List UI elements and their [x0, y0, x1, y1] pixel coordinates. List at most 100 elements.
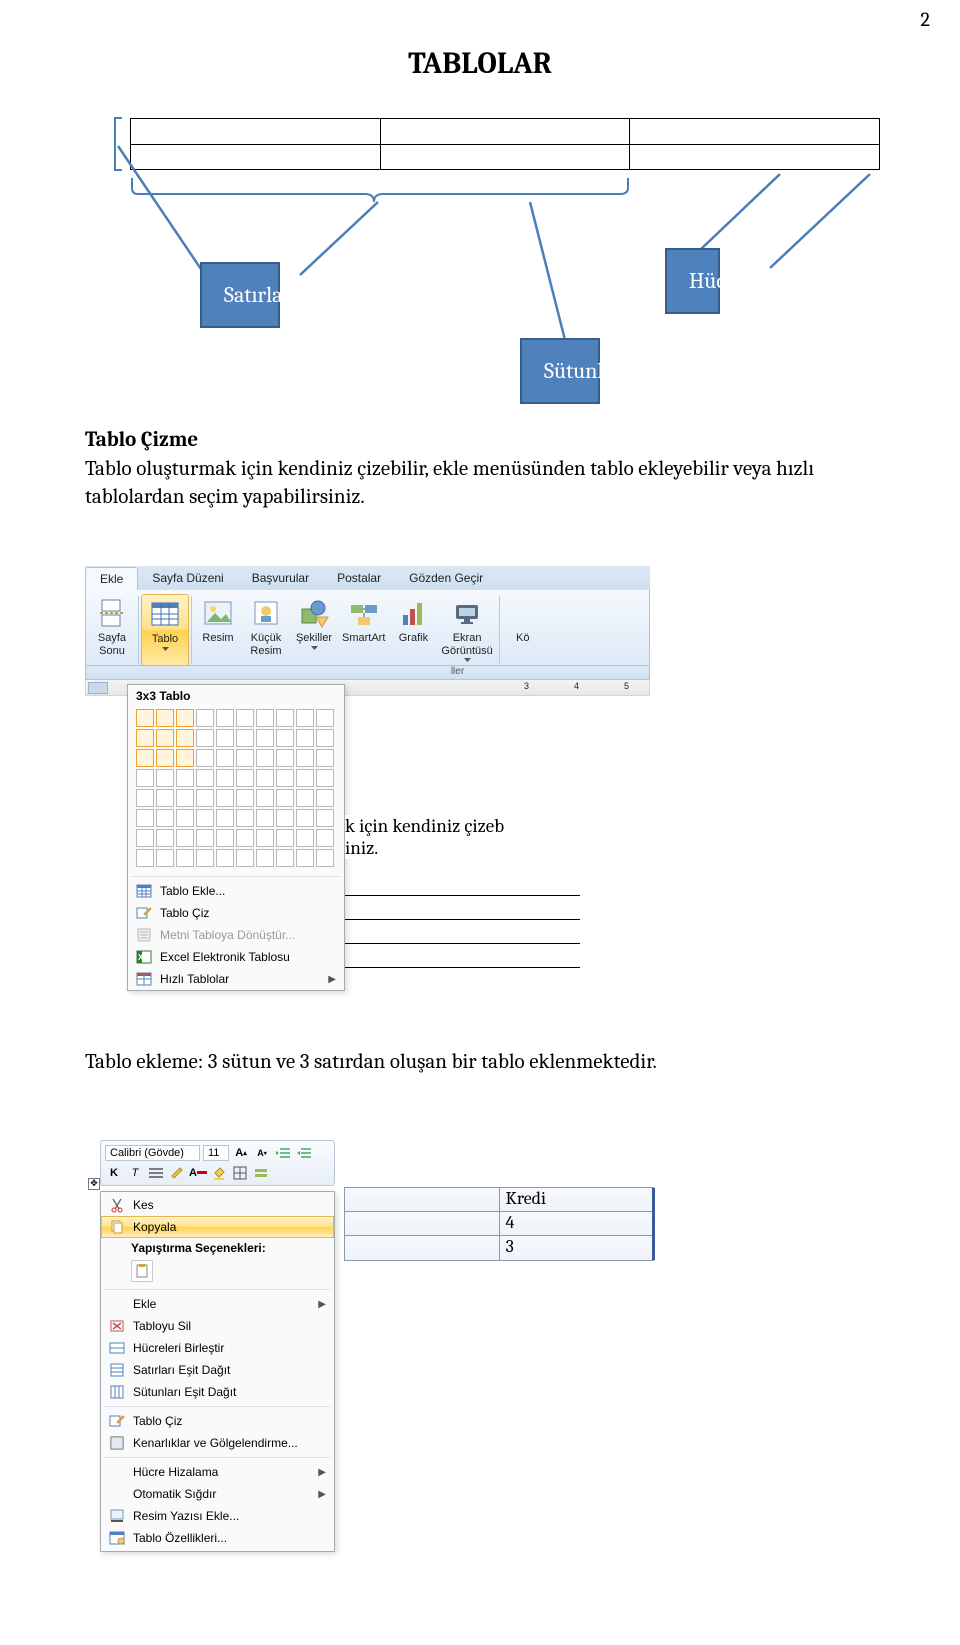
- grid-picker-cell[interactable]: [296, 729, 314, 747]
- menu-item-kenarliklar[interactable]: Kenarlıklar ve Gölgelendirme...: [101, 1432, 334, 1454]
- grid-picker-cell[interactable]: [216, 809, 234, 827]
- grid-picker-cell[interactable]: [176, 709, 194, 727]
- ribbon-btn-smartart[interactable]: SmartArt: [338, 594, 389, 666]
- menu-item-kes[interactable]: Kes: [101, 1194, 334, 1216]
- grid-picker-cell[interactable]: [136, 729, 154, 747]
- grid-picker-cell[interactable]: [276, 789, 294, 807]
- grid-picker-cell[interactable]: [316, 829, 334, 847]
- menu-item-tablo-ekle[interactable]: Tablo Ekle...: [128, 880, 344, 902]
- grid-picker-cell[interactable]: [196, 829, 214, 847]
- grid-picker-cell[interactable]: [276, 749, 294, 767]
- grid-picker-cell[interactable]: [276, 729, 294, 747]
- grid-picker-cell[interactable]: [296, 829, 314, 847]
- grid-picker-cell[interactable]: [216, 709, 234, 727]
- grid-picker-cell[interactable]: [236, 709, 254, 727]
- ribbon-btn-partial[interactable]: Kö: [502, 594, 544, 666]
- grid-picker-cell[interactable]: [256, 809, 274, 827]
- table-move-handle[interactable]: ✥: [88, 1178, 100, 1190]
- grid-picker-cell[interactable]: [136, 709, 154, 727]
- grid-picker-cell[interactable]: [236, 849, 254, 867]
- grid-picker-cell[interactable]: [236, 749, 254, 767]
- grid-picker-cell[interactable]: [196, 749, 214, 767]
- grid-picker-cell[interactable]: [176, 849, 194, 867]
- grid-picker-cell[interactable]: [256, 829, 274, 847]
- grid-picker-cell[interactable]: [216, 849, 234, 867]
- insert-rows-icon[interactable]: [252, 1164, 270, 1182]
- grid-picker-cell[interactable]: [276, 829, 294, 847]
- grid-picker-cell[interactable]: [256, 729, 274, 747]
- borders-icon[interactable]: [231, 1164, 249, 1182]
- grid-picker-cell[interactable]: [316, 729, 334, 747]
- ribbon-tab-basvurular[interactable]: Başvurular: [238, 567, 323, 589]
- menu-item-hucre-hizalama[interactable]: Hücre Hizalama ▶: [101, 1461, 334, 1483]
- grid-picker-cell[interactable]: [156, 809, 174, 827]
- menu-item-hucreleri-birlestir[interactable]: Hücreleri Birleştir: [101, 1337, 334, 1359]
- grid-picker-cell[interactable]: [296, 709, 314, 727]
- grid-picker-cell[interactable]: [256, 769, 274, 787]
- grid-picker-cell[interactable]: [316, 809, 334, 827]
- grid-picker-cell[interactable]: [196, 769, 214, 787]
- grid-picker-cell[interactable]: [156, 709, 174, 727]
- increase-indent-icon[interactable]: [295, 1144, 313, 1162]
- menu-item-tablo-ciz[interactable]: Tablo Çiz: [101, 1410, 334, 1432]
- grid-picker-cell[interactable]: [316, 749, 334, 767]
- ribbon-tab-gozden-gecir[interactable]: Gözden Geçir: [395, 567, 497, 589]
- grid-picker-cell[interactable]: [136, 769, 154, 787]
- bold-icon[interactable]: K: [105, 1164, 123, 1182]
- shrink-font-icon[interactable]: A▾: [253, 1144, 271, 1162]
- ribbon-btn-grafik[interactable]: Grafik: [389, 594, 437, 666]
- grid-picker-cell[interactable]: [196, 709, 214, 727]
- grid-picker-cell[interactable]: [196, 849, 214, 867]
- grid-picker-cell[interactable]: [176, 789, 194, 807]
- grid-picker-cell[interactable]: [176, 729, 194, 747]
- grid-picker-cell[interactable]: [216, 729, 234, 747]
- ribbon-btn-sekiller[interactable]: Şekiller: [290, 594, 338, 666]
- grid-picker-cell[interactable]: [156, 849, 174, 867]
- grid-picker-cell[interactable]: [236, 789, 254, 807]
- grid-picker-cell[interactable]: [256, 709, 274, 727]
- grid-picker-cell[interactable]: [256, 849, 274, 867]
- grid-picker-cell[interactable]: [296, 789, 314, 807]
- grid-picker-cell[interactable]: [256, 749, 274, 767]
- grid-picker-cell[interactable]: [216, 769, 234, 787]
- grid-picker-cell[interactable]: [316, 709, 334, 727]
- menu-item-otomatik-sigdir[interactable]: Otomatik Sığdır ▶: [101, 1483, 334, 1505]
- font-name-field[interactable]: Calibri (Gövde): [105, 1145, 200, 1161]
- grid-picker-cell[interactable]: [156, 749, 174, 767]
- highlight-icon[interactable]: [168, 1164, 186, 1182]
- grid-picker-cell[interactable]: [176, 749, 194, 767]
- grid-picker-cell[interactable]: [236, 809, 254, 827]
- grid-picker-cell[interactable]: [296, 749, 314, 767]
- grid-picker-cell[interactable]: [236, 729, 254, 747]
- grid-picker-cell[interactable]: [296, 769, 314, 787]
- grid-picker-cell[interactable]: [316, 849, 334, 867]
- grid-picker-cell[interactable]: [136, 789, 154, 807]
- italic-icon[interactable]: T: [126, 1164, 144, 1182]
- grid-picker-cell[interactable]: [216, 749, 234, 767]
- grid-picker-cell[interactable]: [316, 769, 334, 787]
- grid-picker-cell[interactable]: [236, 829, 254, 847]
- paste-option-icon[interactable]: [131, 1260, 153, 1282]
- table-grid-picker[interactable]: [128, 709, 344, 873]
- grid-picker-cell[interactable]: [216, 789, 234, 807]
- menu-item-ekle[interactable]: Ekle ▶: [101, 1293, 334, 1315]
- menu-item-tablo-ozellikleri[interactable]: Tablo Özellikleri...: [101, 1527, 334, 1549]
- grid-picker-cell[interactable]: [296, 849, 314, 867]
- menu-item-hizli-tablolar[interactable]: Hızlı Tablolar ▶: [128, 968, 344, 990]
- align-icon[interactable]: [147, 1164, 165, 1182]
- ribbon-tab-postalar[interactable]: Postalar: [323, 567, 395, 589]
- grid-picker-cell[interactable]: [296, 809, 314, 827]
- grid-picker-cell[interactable]: [196, 789, 214, 807]
- grid-picker-cell[interactable]: [156, 829, 174, 847]
- ribbon-btn-sayfa-sonu[interactable]: Sayfa Sonu: [88, 594, 136, 666]
- fill-color-icon[interactable]: [210, 1164, 228, 1182]
- grid-picker-cell[interactable]: [276, 709, 294, 727]
- grow-font-icon[interactable]: A▴: [232, 1144, 250, 1162]
- grid-picker-cell[interactable]: [176, 829, 194, 847]
- ribbon-btn-ekran-goruntusu[interactable]: Ekran Görüntüsü: [437, 594, 496, 666]
- ribbon-btn-tablo[interactable]: Tablo: [141, 594, 189, 666]
- ribbon-btn-resim[interactable]: Resim: [194, 594, 242, 666]
- grid-picker-cell[interactable]: [136, 749, 154, 767]
- ribbon-tab-ekle[interactable]: Ekle: [85, 567, 138, 590]
- grid-picker-cell[interactable]: [156, 729, 174, 747]
